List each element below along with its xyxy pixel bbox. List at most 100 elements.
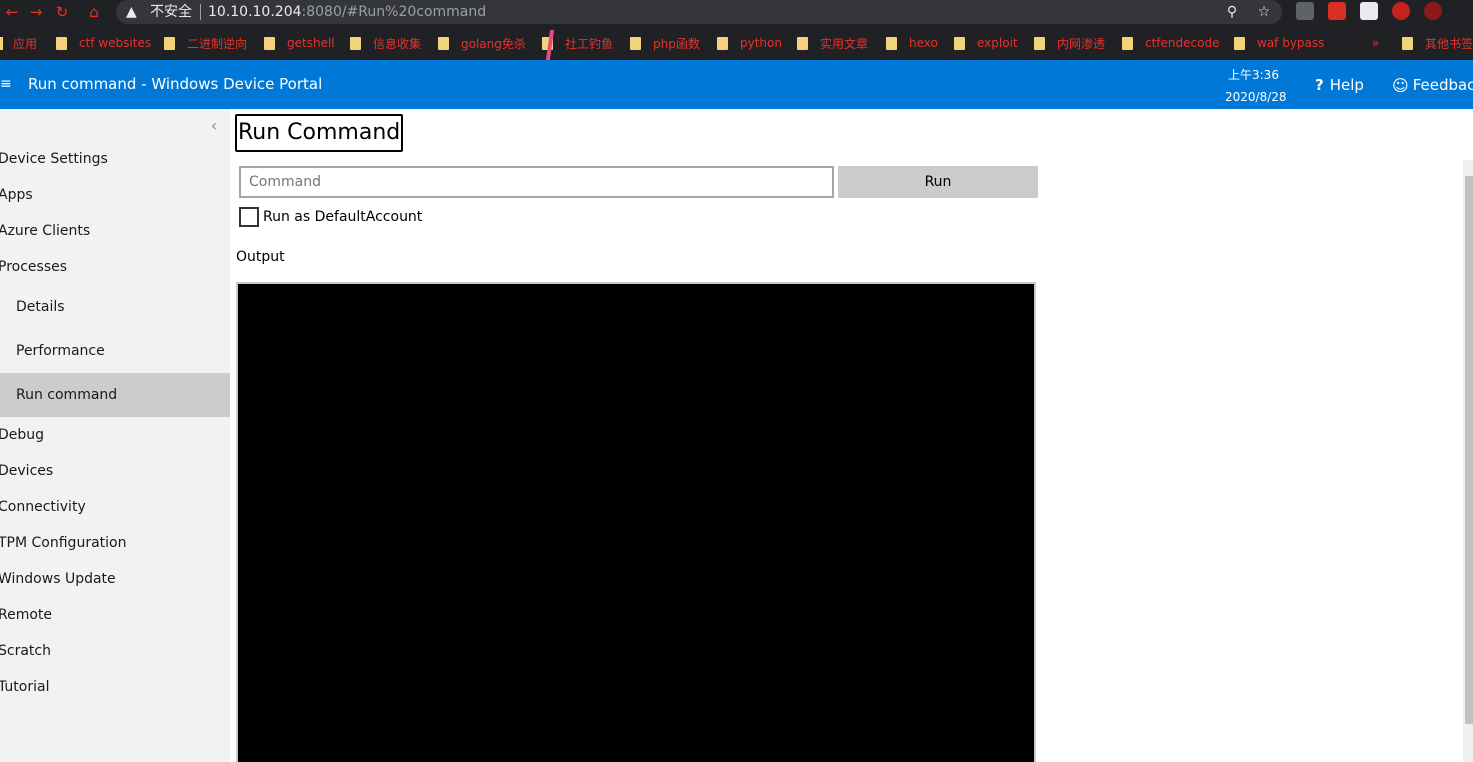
folder-icon	[954, 36, 965, 50]
bookmark-label: 应用	[13, 36, 38, 51]
sidebar-item-label: Performance	[16, 343, 105, 359]
url-text[interactable]: 10.10.10.204:8080/#Run%20command	[208, 3, 486, 21]
forward-icon[interactable]: →	[26, 2, 46, 22]
bookmark-folder[interactable]: 内网渗透	[1034, 34, 1105, 52]
sidebar-item-devices[interactable]: Devices	[0, 453, 230, 489]
extension-icon[interactable]	[1360, 2, 1378, 20]
hamburger-menu-icon[interactable]: ≡	[0, 74, 12, 94]
bookmark-folder[interactable]: waf bypass	[1234, 34, 1324, 52]
sidebar-item-debug[interactable]: Debug	[0, 417, 230, 453]
sidebar-item-windows-update[interactable]: Windows Update	[0, 561, 230, 597]
bookmark-folder[interactable]: hexo	[886, 34, 938, 52]
clock-time: 上午3:36	[1228, 68, 1279, 82]
sidebar-item-label: Connectivity	[0, 499, 86, 515]
bookmark-folder[interactable]: php函数	[630, 34, 700, 52]
sidebar-item-device-settings[interactable]: Device Settings	[0, 141, 230, 177]
folder-icon	[717, 36, 728, 50]
sidebar-item-performance[interactable]: Performance	[0, 329, 230, 373]
sidebar-item-azure-clients[interactable]: Azure Clients	[0, 213, 230, 249]
checkbox-label: Run as DefaultAccount	[263, 209, 423, 225]
scrollbar-thumb[interactable]	[1465, 176, 1473, 724]
bookmark-folder[interactable]: golang免杀	[438, 34, 526, 52]
home-icon[interactable]: ⌂	[84, 2, 104, 22]
reload-icon[interactable]: ↻	[52, 2, 72, 22]
bookmark-label: 内网渗透	[1057, 36, 1106, 51]
profile-avatar[interactable]	[1424, 2, 1442, 20]
bookmark-label: waf bypass	[1257, 36, 1325, 50]
bookmark-label: hexo	[909, 36, 938, 50]
bookmark-label: golang免杀	[461, 36, 526, 51]
folder-icon	[886, 36, 897, 50]
back-icon[interactable]: ←	[2, 2, 22, 22]
bookmark-label: 社工钓鱼	[565, 36, 614, 51]
sidebar-item-label: Details	[16, 299, 65, 315]
run-as-default-account-checkbox[interactable]	[239, 207, 259, 227]
folder-icon	[1234, 36, 1245, 50]
sidebar-item-label: Devices	[0, 463, 54, 479]
extension-icon[interactable]	[1296, 2, 1314, 20]
collapse-sidebar-icon[interactable]: ‹	[207, 117, 221, 135]
bookmark-label: 其他书签	[1425, 36, 1473, 51]
address-bar[interactable]: ▲ 不安全 10.10.10.204:8080/#Run%20command ⚲…	[116, 0, 1282, 24]
sidebar-item-processes[interactable]: Processes	[0, 249, 230, 285]
help-button[interactable]: ? Help	[1315, 74, 1364, 96]
address-separator	[200, 4, 201, 20]
bookmark-folder[interactable]: ctfendecode	[1122, 34, 1219, 52]
bookmark-apps[interactable]: 应用	[0, 34, 37, 52]
feedback-label: Feedback	[1412, 76, 1473, 94]
folder-icon	[438, 36, 449, 50]
bookmark-folder[interactable]: 实用文章	[797, 34, 868, 52]
bookmark-folder[interactable]: ctf websites	[56, 34, 151, 52]
security-status[interactable]: 不安全	[150, 3, 192, 21]
sidebar-item-remote[interactable]: Remote	[0, 597, 230, 633]
more-bookmarks-icon[interactable]: »	[1372, 34, 1379, 52]
sidebar-item-tpm-configuration[interactable]: TPM Configuration	[0, 525, 230, 561]
run-button[interactable]: Run	[838, 166, 1038, 198]
sidebar-item-connectivity[interactable]: Connectivity	[0, 489, 230, 525]
folder-icon	[264, 36, 275, 50]
bookmark-folder-other[interactable]: 其他书签	[1402, 34, 1473, 52]
sidebar-item-label: Azure Clients	[0, 223, 91, 239]
apps-icon	[0, 36, 3, 50]
output-console[interactable]	[236, 282, 1036, 762]
sidebar-item-run-command[interactable]: Run command	[0, 373, 230, 417]
sidebar-item-label: Windows Update	[0, 571, 116, 587]
key-icon[interactable]: ⚲	[1222, 2, 1242, 22]
output-label: Output	[236, 249, 285, 265]
bookmark-label: 信息收集	[373, 36, 422, 51]
command-input[interactable]	[239, 166, 834, 198]
bookmark-folder[interactable]: 二进制逆向	[164, 34, 247, 52]
folder-icon	[1402, 36, 1413, 50]
clock-date: 2020/8/28	[1225, 90, 1287, 104]
bookmark-label: php函数	[653, 36, 700, 51]
bookmark-folder[interactable]: python	[717, 34, 782, 52]
sidebar-item-label: Remote	[0, 607, 53, 623]
sidebar-item-label: Device Settings	[0, 151, 108, 167]
folder-icon	[1034, 36, 1045, 50]
browser-toolbar: ← → ↻ ⌂ ▲ 不安全 10.10.10.204:8080/#Run%20c…	[0, 0, 1473, 24]
feedback-button[interactable]: ☺ Feedback	[1392, 74, 1473, 96]
bookmark-label: 实用文章	[820, 36, 869, 51]
sidebar-item-label: Tutorial	[0, 679, 50, 695]
bookmark-label: ctfendecode	[1145, 36, 1220, 50]
star-icon[interactable]: ☆	[1254, 2, 1274, 22]
bookmark-folder[interactable]: 信息收集	[350, 34, 421, 52]
extension-icon[interactable]	[1328, 2, 1346, 20]
sidebar-item-scratch[interactable]: Scratch	[0, 633, 230, 669]
bookmark-label: python	[740, 36, 782, 50]
sidebar: ‹ Device Settings Apps Azure Clients Pro…	[0, 109, 230, 762]
smiley-icon: ☺	[1392, 75, 1409, 95]
url-host: 10.10.10.204	[208, 4, 302, 20]
sidebar-item-label: Apps	[0, 187, 33, 203]
question-mark-icon: ?	[1315, 76, 1324, 94]
sidebar-item-details[interactable]: Details	[0, 285, 230, 329]
sidebar-item-apps[interactable]: Apps	[0, 177, 230, 213]
extension-icon[interactable]	[1392, 2, 1410, 20]
app-title: Run command - Windows Device Portal	[28, 75, 323, 93]
bookmark-folder[interactable]: getshell	[264, 34, 335, 52]
app-header: ≡ Run command - Windows Device Portal 上午…	[0, 60, 1473, 109]
sidebar-item-tutorial[interactable]: Tutorial	[0, 669, 230, 705]
bookmark-folder[interactable]: exploit	[954, 34, 1018, 52]
warning-icon: ▲	[126, 4, 137, 20]
sidebar-item-label: Scratch	[0, 643, 51, 659]
